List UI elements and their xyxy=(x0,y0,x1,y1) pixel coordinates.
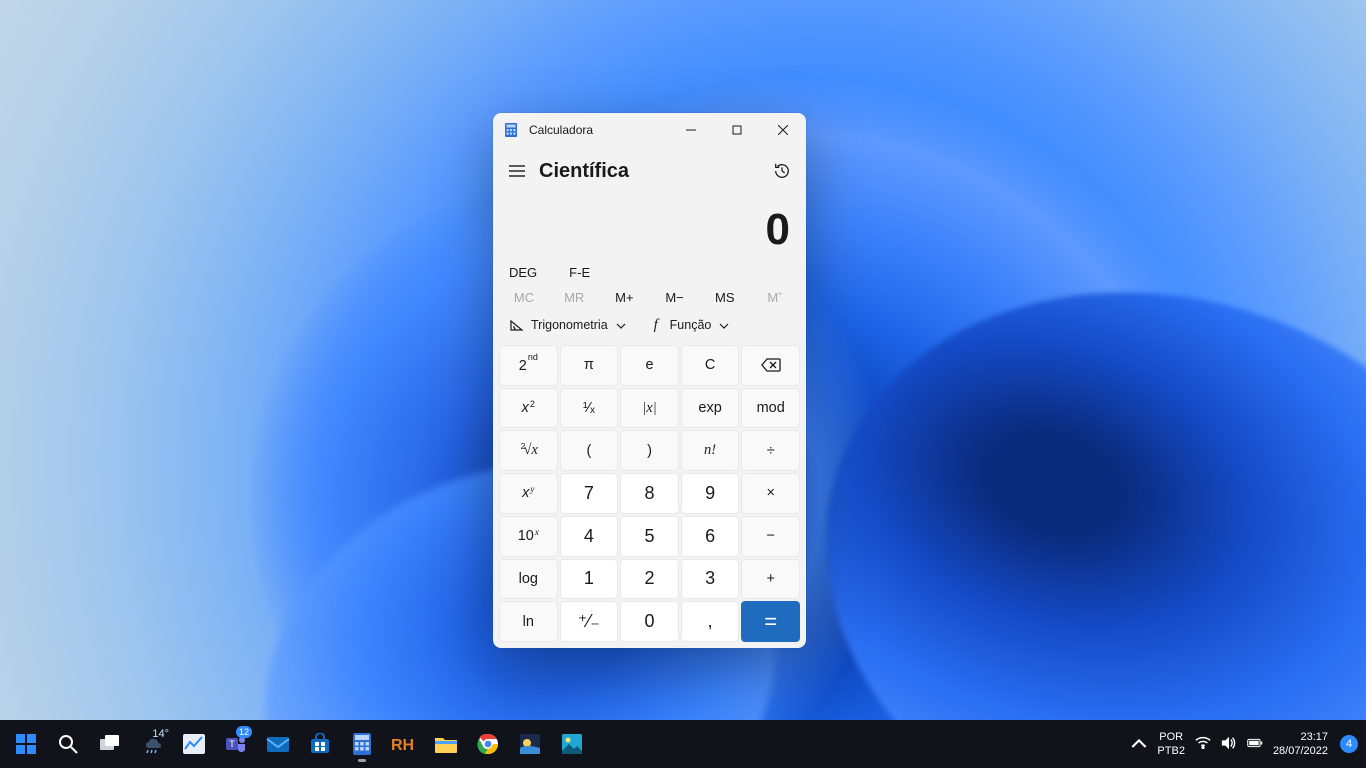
key-9[interactable]: 9 xyxy=(681,473,740,514)
memory-plus[interactable]: M+ xyxy=(605,290,643,305)
wifi-icon[interactable] xyxy=(1195,735,1211,754)
key-exp[interactable]: exp xyxy=(681,388,740,429)
weather-widget[interactable]: 14° xyxy=(132,724,172,764)
memory-minus[interactable]: M− xyxy=(656,290,694,305)
taskbar: 14° T 12 RH xyxy=(0,720,1366,768)
trig-label: Trigonometria xyxy=(531,318,608,332)
key-ln[interactable]: ln xyxy=(499,601,558,642)
key-second[interactable]: 2nd xyxy=(499,345,558,386)
key-factorial[interactable]: n! xyxy=(681,430,740,471)
battery-icon[interactable] xyxy=(1247,735,1263,754)
key-reciprocal[interactable]: ¹⁄ₓ xyxy=(560,388,619,429)
teams-badge: 12 xyxy=(236,726,252,738)
key-divide[interactable]: ÷ xyxy=(741,430,800,471)
key-2[interactable]: 2 xyxy=(620,559,679,600)
function-icon: f xyxy=(648,317,664,333)
key-square[interactable]: x2 xyxy=(499,388,558,429)
key-rparen[interactable]: ) xyxy=(620,430,679,471)
start-button[interactable] xyxy=(6,724,46,764)
key-3[interactable]: 3 xyxy=(681,559,740,600)
notifications-button[interactable]: 4 xyxy=(1340,735,1358,753)
taskbar-app-explorer[interactable] xyxy=(426,724,466,764)
time: 23:17 xyxy=(1273,730,1328,744)
calculator-window: Calculadora Científica 0 DEG F-E MC MR xyxy=(493,113,806,648)
svg-text:RH: RH xyxy=(391,737,414,754)
taskbar-app-stocks[interactable] xyxy=(174,724,214,764)
minimize-button[interactable] xyxy=(668,113,714,147)
key-5[interactable]: 5 xyxy=(620,516,679,557)
svg-text:T: T xyxy=(229,739,235,749)
task-view-button[interactable] xyxy=(90,724,130,764)
search-button[interactable] xyxy=(48,724,88,764)
key-ten-power[interactable]: 10x xyxy=(499,516,558,557)
key-1[interactable]: 1 xyxy=(560,559,619,600)
history-button[interactable] xyxy=(762,153,802,189)
chevron-down-icon xyxy=(616,318,626,332)
key-7[interactable]: 7 xyxy=(560,473,619,514)
taskbar-app-store[interactable] xyxy=(300,724,340,764)
maximize-button[interactable] xyxy=(714,113,760,147)
taskbar-app-generic-1[interactable] xyxy=(510,724,550,764)
key-0[interactable]: 0 xyxy=(620,601,679,642)
memory-clear[interactable]: MC xyxy=(505,290,543,305)
key-4[interactable]: 4 xyxy=(560,516,619,557)
angle-icon xyxy=(509,317,525,333)
taskbar-app-chrome[interactable] xyxy=(468,724,508,764)
weather-temp: 14° xyxy=(152,728,169,740)
volume-icon[interactable] xyxy=(1221,735,1237,754)
key-add[interactable]: + xyxy=(741,559,800,600)
lang-top: POR xyxy=(1157,730,1185,744)
function-dropdown[interactable]: f Função xyxy=(642,313,736,337)
key-abs[interactable]: |x| xyxy=(620,388,679,429)
desktop: Calculadora Científica 0 DEG F-E MC MR xyxy=(0,0,1366,768)
taskbar-app-mail[interactable] xyxy=(258,724,298,764)
taskbar-app-calculator[interactable] xyxy=(342,724,382,764)
key-clear[interactable]: C xyxy=(681,345,740,386)
keypad: 2nd π e C x2 ¹⁄ₓ |x| exp mod 2√x ( ) n! … xyxy=(493,345,806,648)
taskbar-app-teams[interactable]: T 12 xyxy=(216,724,256,764)
mode-title: Científica xyxy=(539,160,629,183)
close-button[interactable] xyxy=(760,113,806,147)
key-equals[interactable]: = xyxy=(741,601,800,642)
key-pi[interactable]: π xyxy=(560,345,619,386)
tray-overflow-button[interactable] xyxy=(1131,735,1147,754)
key-6[interactable]: 6 xyxy=(681,516,740,557)
result-display: 0 xyxy=(493,191,806,259)
window-title: Calculadora xyxy=(529,123,593,137)
function-label: Função xyxy=(670,318,712,332)
chevron-down-icon xyxy=(719,318,729,332)
memory-store[interactable]: MS xyxy=(706,290,744,305)
key-decimal[interactable]: , xyxy=(681,601,740,642)
titlebar[interactable]: Calculadora xyxy=(493,113,806,147)
key-subtract[interactable]: − xyxy=(741,516,800,557)
key-e[interactable]: e xyxy=(620,345,679,386)
key-mod[interactable]: mod xyxy=(741,388,800,429)
lang-bottom: PTB2 xyxy=(1157,744,1185,758)
angle-toggle[interactable]: DEG xyxy=(507,261,539,284)
key-sqrt[interactable]: 2√x xyxy=(499,430,558,471)
key-8[interactable]: 8 xyxy=(620,473,679,514)
calculator-app-icon xyxy=(503,122,519,138)
taskbar-app-rh[interactable]: RH xyxy=(384,724,424,764)
key-multiply[interactable]: × xyxy=(741,473,800,514)
language-indicator[interactable]: POR PTB2 xyxy=(1157,730,1185,758)
taskbar-app-photos[interactable] xyxy=(552,724,592,764)
memory-list[interactable]: Mˇ xyxy=(756,290,794,305)
key-power[interactable]: xy xyxy=(499,473,558,514)
memory-recall[interactable]: MR xyxy=(555,290,593,305)
key-backspace[interactable] xyxy=(741,345,800,386)
trig-dropdown[interactable]: Trigonometria xyxy=(503,313,632,337)
clock[interactable]: 23:17 28/07/2022 xyxy=(1273,730,1328,758)
key-lparen[interactable]: ( xyxy=(560,430,619,471)
key-log[interactable]: log xyxy=(499,559,558,600)
key-negate[interactable]: ⁺⁄₋ xyxy=(560,601,619,642)
date: 28/07/2022 xyxy=(1273,744,1328,758)
nav-menu-button[interactable] xyxy=(497,153,537,189)
fe-toggle[interactable]: F-E xyxy=(567,261,592,284)
